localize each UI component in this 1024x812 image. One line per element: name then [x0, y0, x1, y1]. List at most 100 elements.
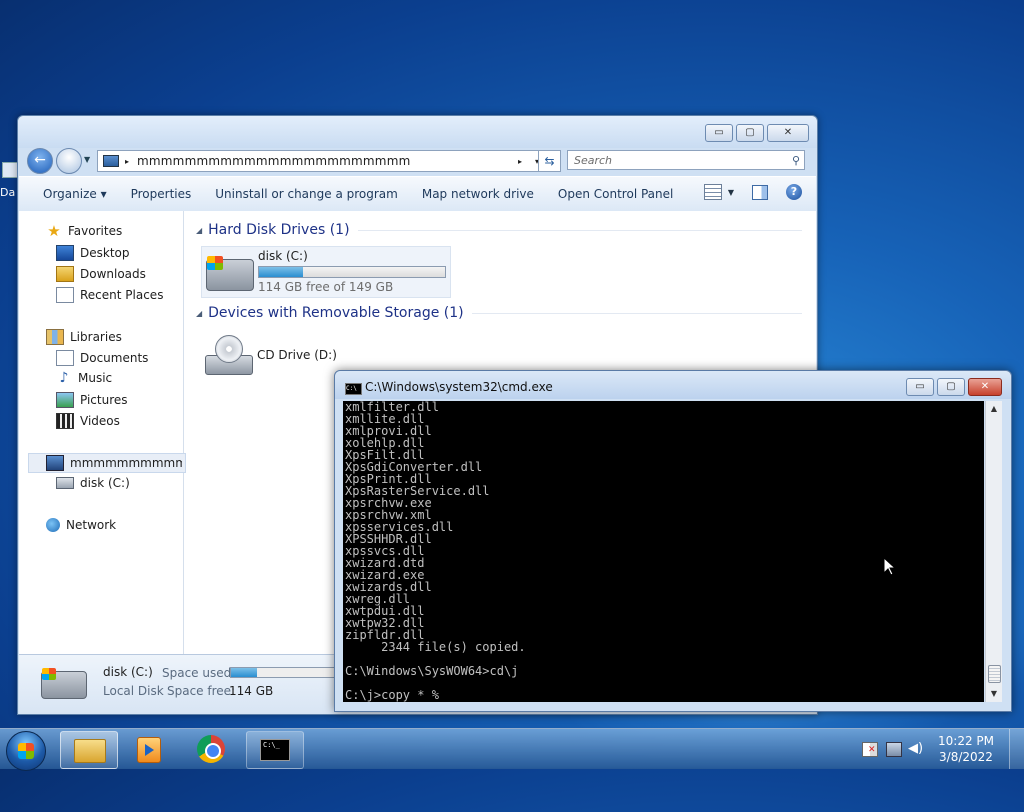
- nav-libraries[interactable]: Libraries: [46, 329, 122, 345]
- change-view-button[interactable]: ▼: [703, 184, 734, 200]
- clock[interactable]: 10:22 PM 3/8/2022: [930, 733, 1002, 765]
- explorer-close-button[interactable]: ✕: [767, 124, 809, 142]
- console-line: xwtpdui.dll: [345, 604, 425, 618]
- breadcrumb-separator-end[interactable]: ▸: [518, 157, 522, 166]
- nav-pictures[interactable]: Pictures: [56, 392, 128, 408]
- cd-drive-icon[interactable]: [205, 335, 253, 375]
- clock-date: 3/8/2022: [939, 750, 993, 764]
- cmd-maximize-button[interactable]: ▢: [937, 378, 965, 396]
- network-tray-icon[interactable]: [886, 742, 902, 757]
- console-line: xwtpw32.dll: [345, 616, 425, 630]
- nav-computer-label: mmmmmmmmmmmmm: [70, 456, 182, 470]
- group-hard-disk-drives[interactable]: ◢ Hard Disk Drives (1): [196, 222, 802, 238]
- console-line: xpsrchvw.exe: [345, 496, 432, 510]
- group-removable-label: Devices with Removable Storage (1): [208, 305, 464, 321]
- videos-icon: [56, 413, 74, 429]
- help-icon[interactable]: ?: [786, 184, 802, 200]
- taskbar-explorer-button[interactable]: [60, 731, 118, 769]
- details-name: disk (C:): [103, 665, 153, 679]
- cmd-titlebar[interactable]: C:\ C:\Windows\system32\cmd.exe ▭ ▢ ✕: [335, 371, 1011, 399]
- cmd-title: C:\Windows\system32\cmd.exe: [365, 380, 553, 394]
- downloads-folder-icon: [56, 266, 74, 282]
- refresh-button[interactable]: ⇆: [538, 150, 561, 172]
- computer-icon: [46, 455, 64, 471]
- taskbar-chrome-button[interactable]: [183, 731, 239, 767]
- documents-icon: [56, 350, 74, 366]
- magnifier-icon[interactable]: ⚲: [792, 151, 800, 171]
- console-line: xmlprovi.dll: [345, 424, 432, 438]
- nav-videos-label: Videos: [80, 414, 120, 428]
- details-usage-fill: [231, 668, 257, 677]
- details-usage-bar: [230, 667, 342, 678]
- clock-time: 10:22 PM: [938, 734, 994, 748]
- drive-d-name[interactable]: CD Drive (D:): [257, 348, 337, 362]
- drive-c-usage-bar: [258, 266, 446, 278]
- volume-icon[interactable]: ◀): [908, 742, 923, 755]
- group-hdd-label: Hard Disk Drives (1): [208, 222, 350, 238]
- nav-recent-label: Recent Places: [80, 288, 164, 302]
- nav-videos[interactable]: Videos: [56, 413, 120, 429]
- breadcrumb-separator[interactable]: ▸: [125, 157, 129, 166]
- details-space-free-label: Space free:: [167, 684, 236, 698]
- cmd-minimize-button[interactable]: ▭: [906, 378, 934, 396]
- mouse-cursor: [883, 556, 897, 579]
- details-space-free-value: 114 GB: [229, 684, 274, 698]
- recent-pages-dropdown[interactable]: ▼: [84, 155, 90, 164]
- music-icon: ♪: [59, 370, 69, 386]
- explorer-minimize-button[interactable]: ▭: [705, 124, 733, 142]
- show-desktop-button[interactable]: [1009, 729, 1024, 769]
- back-button[interactable]: ←: [27, 148, 53, 174]
- scroll-thumb[interactable]: [988, 665, 1001, 683]
- console-scrollbar[interactable]: ▲ ▼: [985, 401, 1002, 702]
- details-space-used-label: Space used:: [162, 666, 236, 680]
- nav-recent-places[interactable]: Recent Places: [56, 287, 163, 303]
- drive-tile-c[interactable]: disk (C:) 114 GB free of 149 GB: [201, 246, 451, 298]
- nav-computer[interactable]: mmmmmmmmmmmmm: [46, 455, 182, 471]
- cd-disc-icon: [215, 335, 243, 363]
- collapse-triangle-icon: ◢: [196, 225, 203, 235]
- address-row: ← ▼ ▸ mmmmmmmmmmmmmmmmmmmmmmm ▸ ▾ ⇆ Sear…: [18, 148, 817, 187]
- open-control-panel-button[interactable]: Open Control Panel: [546, 187, 685, 201]
- taskbar-media-player-button[interactable]: [120, 731, 176, 767]
- scroll-up-button[interactable]: ▲: [986, 401, 1002, 417]
- explorer-titlebar[interactable]: ▭ ▢ ✕: [18, 116, 817, 148]
- address-bar[interactable]: ▸ mmmmmmmmmmmmmmmmmmmmmmm ▸ ▾: [97, 150, 545, 172]
- console-line: XpsRasterService.dll: [345, 484, 490, 498]
- desktop-icon-label: Da: [0, 186, 16, 199]
- star-icon: ★: [47, 222, 61, 240]
- scroll-down-button[interactable]: ▼: [986, 686, 1002, 702]
- forward-button[interactable]: [56, 148, 82, 174]
- console-line: xwizards.dll: [345, 580, 432, 594]
- organize-button[interactable]: Organize ▾: [19, 187, 119, 201]
- desktop-icon-partial[interactable]: Da: [0, 162, 18, 199]
- action-center-flag-icon[interactable]: [862, 742, 878, 757]
- nav-downloads[interactable]: Downloads: [56, 266, 146, 282]
- hard-disk-windows-icon: [206, 256, 254, 291]
- nav-music[interactable]: ♪ Music: [56, 370, 113, 386]
- nav-favorites[interactable]: ★ Favorites: [46, 222, 122, 240]
- drive-c-usage-fill: [259, 267, 303, 277]
- cmd-close-button[interactable]: ✕: [968, 378, 1002, 396]
- properties-button[interactable]: Properties: [119, 187, 204, 201]
- nav-documents[interactable]: Documents: [56, 350, 148, 366]
- nav-disk-c[interactable]: disk (C:): [56, 476, 130, 490]
- breadcrumb-path[interactable]: mmmmmmmmmmmmmmmmmmmmmmm: [137, 154, 518, 168]
- preview-pane-icon[interactable]: [752, 184, 768, 200]
- nav-network[interactable]: Network: [46, 518, 116, 532]
- console-line: xolehlp.dll: [345, 436, 425, 450]
- uninstall-program-button[interactable]: Uninstall or change a program: [203, 187, 410, 201]
- console-output[interactable]: xmlfilter.dll xmllite.dll xmlprovi.dll xole…: [343, 401, 984, 702]
- search-input[interactable]: Search mmmmmmmmmmmmmmmmmmm... ⚲: [567, 150, 805, 187]
- console-line: xmllite.dll: [345, 412, 425, 426]
- taskbar-cmd-button[interactable]: C:\_: [246, 731, 304, 769]
- cmd-icon: C:\_: [260, 739, 290, 761]
- nav-libraries-label: Libraries: [70, 330, 122, 344]
- cmd-window: C:\ C:\Windows\system32\cmd.exe ▭ ▢ ✕ xm…: [334, 370, 1012, 712]
- explorer-maximize-button[interactable]: ▢: [736, 124, 764, 142]
- command-bar: Organize ▾ Properties Uninstall or chang…: [19, 176, 816, 212]
- nav-desktop[interactable]: Desktop: [56, 245, 130, 261]
- start-button[interactable]: [6, 731, 46, 771]
- group-removable-storage[interactable]: ◢ Devices with Removable Storage (1): [196, 305, 802, 321]
- map-network-drive-button[interactable]: Map network drive: [410, 187, 546, 201]
